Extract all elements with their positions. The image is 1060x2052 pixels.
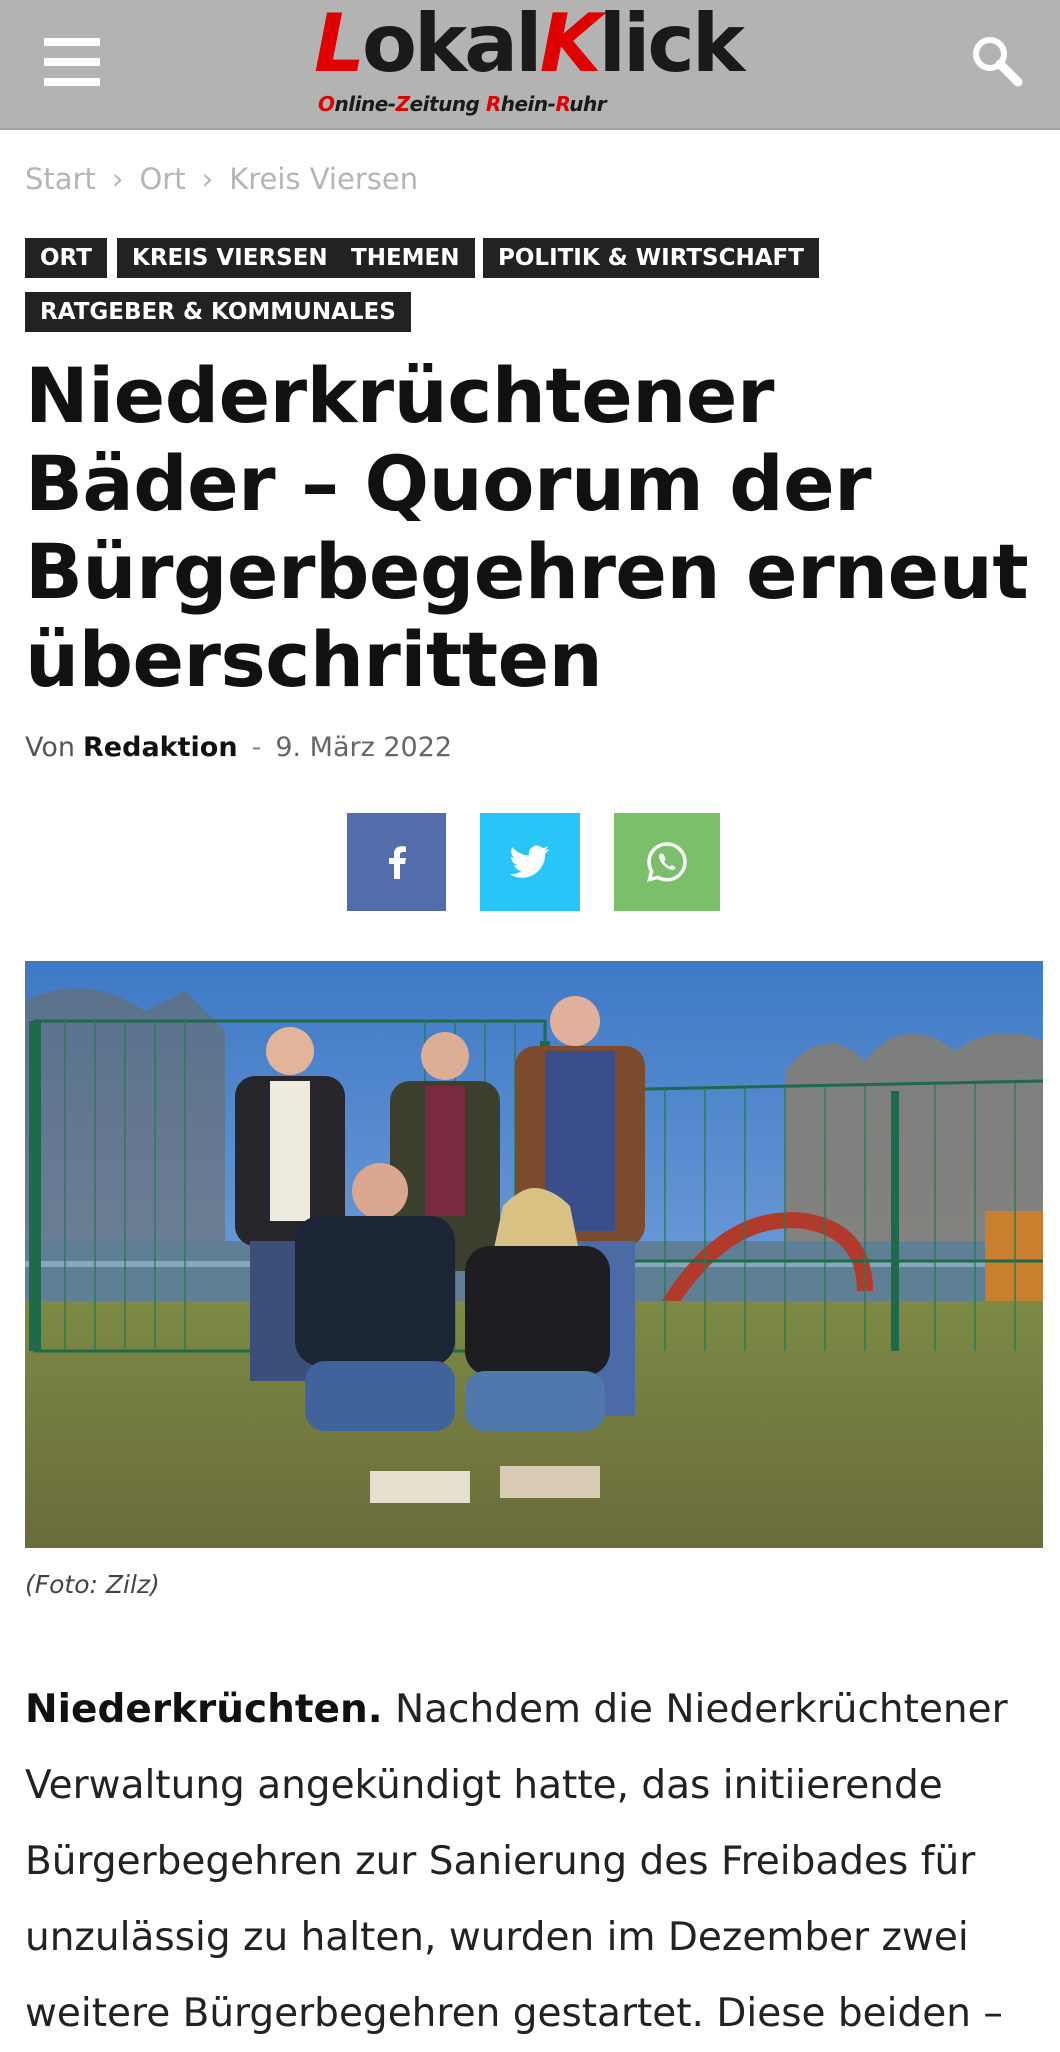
article-photo: [25, 961, 1043, 1548]
body-line-1: Niederkrüchten. Nachdem die Niederkrücht…: [25, 1687, 1008, 1732]
breadcrumb-separator: ›: [201, 162, 214, 196]
photo-caption: (Foto: Zilz): [25, 1570, 160, 1599]
tag-ort[interactable]: ORT: [25, 238, 107, 278]
breadcrumb: Start › Ort › Kreis Viersen: [25, 162, 418, 196]
author-link[interactable]: Redaktion: [83, 732, 238, 763]
body-line-4: unzulässig zu halten, wurden im Dezember…: [25, 1915, 969, 1960]
twitter-share-button[interactable]: [480, 813, 580, 911]
body-line-5: weitere Bürgerbegehren gestartet. Diese …: [25, 1991, 1003, 2036]
article-body: Niederkrüchten. Nachdem die Niederkrücht…: [25, 1672, 1035, 2052]
search-icon[interactable]: [968, 32, 1024, 88]
article-title: Niederkrüchtener Bäder – Quorum der Bürg…: [25, 351, 1029, 704]
logo-wordmark: LokalKlick: [314, 0, 745, 90]
tag-themen[interactable]: THEMEN: [336, 238, 475, 278]
facebook-share-button[interactable]: [347, 813, 446, 911]
body-line-2: Verwaltung angekündigt hatte, das initii…: [25, 1763, 943, 1808]
twitter-icon: [510, 845, 550, 878]
breadcrumb-current: Kreis Viersen: [229, 162, 419, 196]
tag-politik-wirtschaft[interactable]: POLITIK & WIRTSCHAFT: [483, 238, 819, 278]
site-header: LokalKlick Online-Zeitung Rhein-Ruhr: [0, 0, 1060, 130]
meta-dash: -: [251, 732, 262, 763]
site-logo[interactable]: LokalKlick Online-Zeitung Rhein-Ruhr: [300, 0, 760, 128]
body-line-3: Bürgerbegehren zur Sanierung des Freibad…: [25, 1839, 976, 1884]
whatsapp-icon: [647, 842, 687, 882]
publish-date: 9. März 2022: [275, 732, 453, 763]
logo-tagline: Online-Zeitung Rhein-Ruhr: [318, 92, 607, 116]
tag-kreis-viersen[interactable]: KREIS VIERSEN: [117, 238, 343, 278]
whatsapp-share-button[interactable]: [614, 813, 720, 911]
breadcrumb-ort[interactable]: Ort: [139, 162, 185, 196]
breadcrumb-separator: ›: [111, 162, 124, 196]
article-meta: Von Redaktion -9. März 2022: [25, 732, 452, 763]
tag-ratgeber-kommunales[interactable]: RATGEBER & KOMMUNALES: [25, 292, 411, 332]
facebook-icon: [388, 846, 406, 879]
by-label: Von: [25, 732, 76, 763]
breadcrumb-start[interactable]: Start: [25, 162, 96, 196]
article-lead: Niederkrüchten.: [25, 1687, 383, 1732]
hamburger-menu-icon[interactable]: [44, 38, 100, 86]
